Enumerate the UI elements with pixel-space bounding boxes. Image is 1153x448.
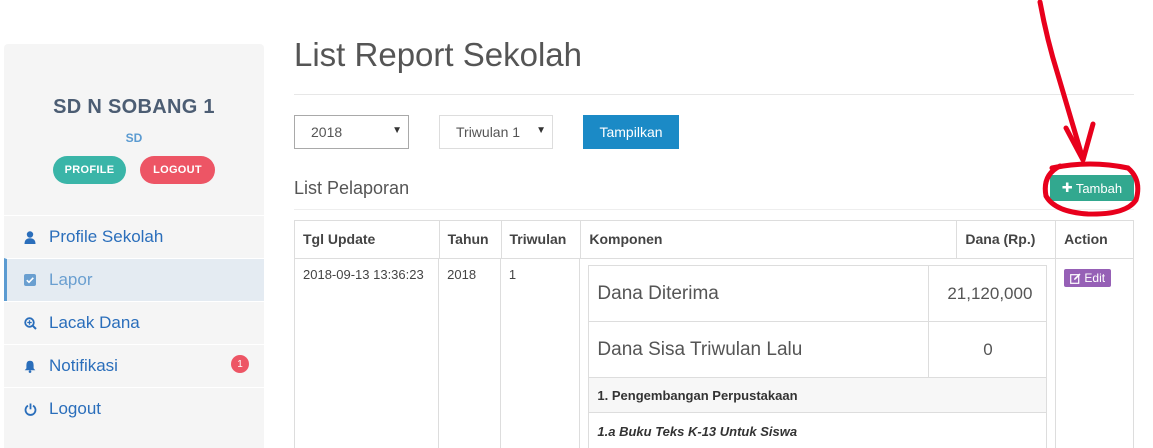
column-header: Tahun [439, 221, 502, 259]
dana-diterima-label: Dana Diterima [589, 266, 930, 321]
triwulan-select[interactable]: Triwulan 1 ▼ [439, 115, 553, 149]
caret-down-icon: ▼ [392, 125, 402, 136]
school-name: SD N SOBANG 1 [53, 96, 215, 118]
column-header: Tgl Update [295, 221, 440, 259]
sidebar: SD N SOBANG 1 SD PROFILE LOGOUT Profile … [4, 44, 264, 448]
column-header: Komponen [581, 221, 958, 259]
column-header: Triwulan [501, 221, 582, 259]
profile-button[interactable]: PROFILE [53, 156, 126, 184]
plus-icon: ✚ [1061, 180, 1073, 195]
sidebar-item-profile-sekolah[interactable]: Profile Sekolah [4, 215, 264, 258]
sidebar-item-label: Lacak Dana [49, 313, 140, 332]
table-row: 2018-09-13 13:36:23 2018 1 Dana Diterima… [295, 259, 1133, 448]
user-icon [22, 230, 38, 244]
sidebar-item-logout[interactable]: Logout [4, 387, 264, 430]
logout-pill-button[interactable]: LOGOUT [140, 156, 215, 184]
check-square-icon [22, 274, 38, 286]
bell-icon [22, 360, 38, 373]
komponen-category: 1. Pengembangan Perpustakaan [589, 378, 1047, 413]
notification-badge: 1 [231, 355, 249, 373]
edit-button[interactable]: Edit [1064, 269, 1112, 287]
sidebar-item-label: Profile Sekolah [49, 227, 164, 246]
year-select-value: 2018 [311, 124, 343, 140]
divider [294, 209, 1134, 210]
sidebar-item-label: Lapor [49, 270, 93, 289]
komponen-subcategory: 1.a Buku Teks K-13 Untuk Siswa [597, 423, 798, 439]
report-table: Tgl Update Tahun Triwulan Komponen Dana … [294, 220, 1134, 448]
page-title: List Report Sekolah [294, 36, 582, 73]
komponen-row: Dana Diterima 21,120,000 [589, 266, 1047, 322]
power-icon [22, 403, 38, 416]
dana-sisa-label: Dana Sisa Triwulan Lalu [589, 322, 930, 377]
komponen-table: Dana Diterima 21,120,000 Dana Sisa Triwu… [588, 265, 1048, 448]
column-header: Dana (Rp.) [957, 221, 1057, 259]
divider [294, 94, 1134, 95]
sidebar-item-lapor[interactable]: Lapor [4, 258, 264, 301]
caret-down-icon: ▼ [536, 125, 546, 136]
cell-komponen: Dana Diterima 21,120,000 Dana Sisa Triwu… [580, 259, 1057, 448]
sidebar-item-notifikasi[interactable]: Notifikasi 1 [4, 344, 264, 387]
cell-action: Edit [1056, 259, 1133, 448]
komponen-row: Dana Sisa Triwulan Lalu 0 [589, 322, 1047, 378]
edit-icon [1070, 273, 1081, 284]
sidebar-item-lacak-dana[interactable]: Lacak Dana [4, 301, 264, 344]
tampilkan-button[interactable]: Tampilkan [583, 115, 679, 149]
edit-label: Edit [1084, 271, 1106, 285]
dana-sisa-value: 0 [983, 339, 993, 359]
cell-triwulan: 1 [501, 259, 581, 448]
cell-tahun: 2018 [439, 259, 501, 448]
triwulan-select-value: Triwulan 1 [456, 124, 521, 140]
sidebar-item-label: Notifikasi [49, 356, 118, 375]
school-type: SD [125, 131, 143, 145]
sidebar-menu: Profile Sekolah Lapor Lacak Dana Notifik… [4, 215, 264, 430]
tambah-button[interactable]: ✚ Tambah [1050, 175, 1134, 201]
section-title: List Pelaporan [294, 178, 410, 198]
column-header: Action [1056, 221, 1133, 259]
search-plus-icon [22, 316, 38, 330]
dana-diterima-value: 21,120,000 [947, 283, 1033, 303]
year-select[interactable]: 2018 ▼ [294, 115, 409, 149]
cell-tgl-update: 2018-09-13 13:36:23 [295, 259, 440, 448]
table-header-row: Tgl Update Tahun Triwulan Komponen Dana … [295, 221, 1133, 259]
tambah-label: Tambah [1075, 180, 1123, 196]
sidebar-item-label: Logout [49, 399, 101, 418]
